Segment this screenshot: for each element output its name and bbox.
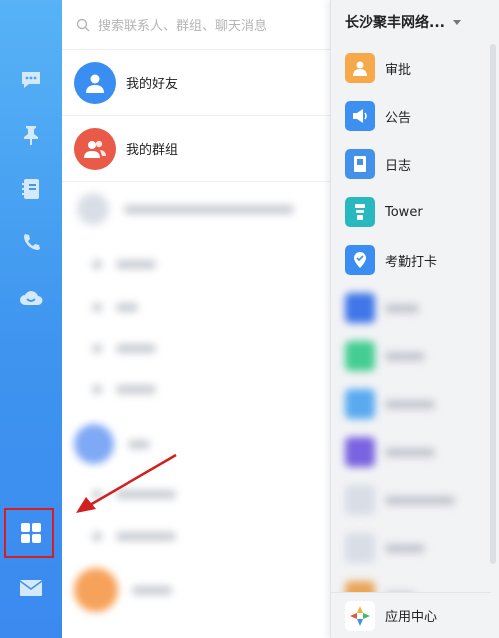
org-name: 长沙聚丰网络... (345, 15, 445, 31)
pin-nav-button[interactable] (0, 113, 62, 157)
phone-nav-button[interactable] (0, 221, 62, 265)
search-input[interactable]: 搜索联系人、群组、聊天消息 (98, 15, 267, 34)
blurred-row (62, 192, 330, 226)
blurred-app (331, 477, 491, 523)
app-approval[interactable]: 审批 (331, 45, 491, 91)
contacts-book-icon (22, 179, 39, 199)
approval-icon (345, 53, 375, 83)
caret-down-icon (452, 19, 461, 25)
app-panel: 长沙聚丰网络... 审批 公告 日志 Tower 考勤打卡 应用中心 (330, 0, 499, 638)
groups-label: 我的群组 (126, 143, 179, 158)
app-center-button[interactable]: 应用中心 (331, 592, 491, 638)
org-switcher[interactable]: 长沙聚丰网络... (331, 0, 499, 44)
cloud-icon (20, 291, 43, 305)
announcement-icon (345, 101, 375, 131)
app-label: 日志 (385, 158, 412, 174)
app-label: 公告 (385, 110, 412, 126)
mail-icon (19, 580, 43, 596)
search-icon (76, 18, 90, 31)
contacts-nav-button[interactable] (0, 167, 62, 211)
app-attendance[interactable]: 考勤打卡 (331, 237, 491, 283)
group-icon (84, 140, 106, 158)
phone-icon (24, 234, 40, 250)
app-label: 审批 (385, 62, 412, 78)
app-center-icon (345, 600, 375, 631)
app-label: 考勤打卡 (385, 254, 438, 270)
friends-label: 我的好友 (126, 77, 179, 92)
person-icon (86, 74, 104, 93)
attendance-icon (345, 245, 375, 275)
blurred-app (331, 333, 491, 379)
friends-item[interactable]: 我的好友 (62, 50, 330, 116)
groups-avatar (74, 127, 116, 170)
app-label: Tower (385, 204, 423, 220)
app-log[interactable]: 日志 (331, 141, 491, 187)
panel-scrollbar[interactable] (490, 44, 496, 564)
apps-highlight-box (4, 508, 54, 558)
chat-nav-button[interactable] (0, 58, 62, 102)
blurred-app (331, 429, 491, 475)
blurred-app (331, 525, 491, 571)
blurred-row (62, 260, 330, 269)
annotation-arrow (76, 453, 177, 513)
app-tower[interactable]: Tower (331, 189, 491, 235)
app-announcement[interactable]: 公告 (331, 93, 491, 139)
app-window: 搜索联系人、群组、聊天消息 我的好友 我的群组 长沙聚丰网络... 审批 公告 … (0, 0, 499, 638)
sidebar-rail (0, 0, 62, 638)
pin-icon (24, 126, 38, 145)
blurred-row (62, 532, 330, 541)
tower-icon (345, 197, 375, 227)
search-bar[interactable]: 搜索联系人、群组、聊天消息 (62, 0, 330, 50)
friends-avatar (74, 61, 116, 104)
cloud-nav-button[interactable] (0, 276, 62, 320)
contact-list-pane: 搜索联系人、群组、聊天消息 我的好友 我的群组 (62, 0, 330, 638)
blurred-app (331, 381, 491, 427)
app-center-label: 应用中心 (385, 610, 438, 625)
blurred-row (62, 568, 330, 612)
blurred-row (62, 344, 330, 353)
mail-nav-button[interactable] (0, 566, 62, 610)
chat-icon (22, 72, 40, 88)
blurred-row (62, 385, 330, 394)
groups-item[interactable]: 我的群组 (62, 116, 330, 182)
blurred-app (331, 285, 491, 331)
blurred-row (62, 303, 330, 312)
log-icon (345, 149, 375, 179)
